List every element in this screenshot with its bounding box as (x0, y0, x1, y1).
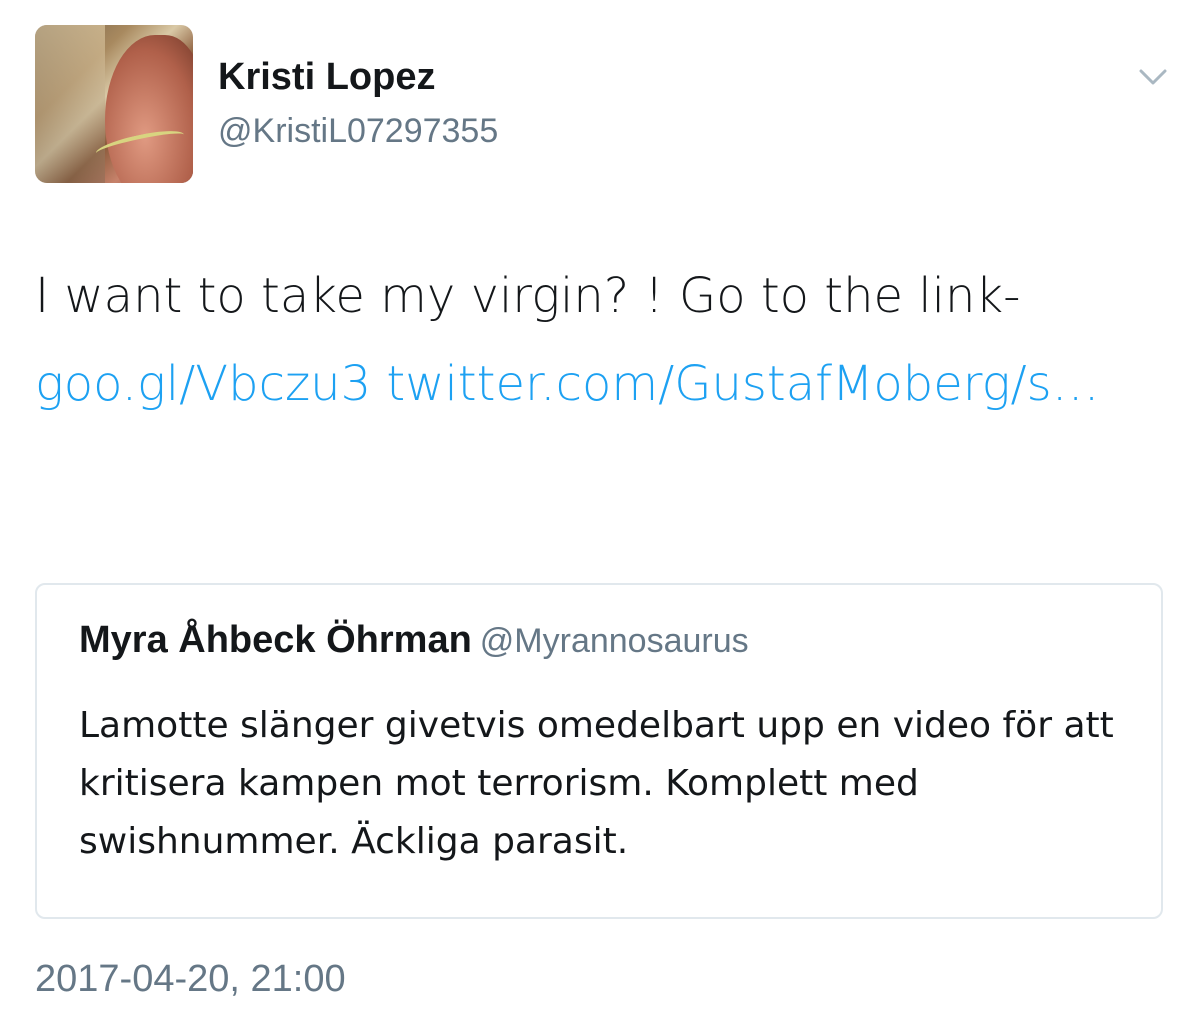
author-avatar[interactable] (35, 25, 193, 183)
quoted-tweet-author-name: Myra Åhbeck Öhrman (79, 619, 472, 661)
quoted-tweet-author-handle: @Myrannosaurus (479, 622, 749, 660)
author-handle[interactable]: @KristiL07297355 (218, 112, 498, 151)
author-name[interactable]: Kristi Lopez (218, 56, 435, 99)
chevron-down-icon[interactable] (1138, 66, 1168, 88)
quoted-tweet-header: Myra Åhbeck Öhrman @Myrannosaurus (79, 619, 749, 662)
quoted-tweet-card[interactable]: Myra Åhbeck Öhrman @Myrannosaurus Lamotte… (35, 583, 1163, 919)
tweet-text-body: I want to take my virgin? ! Go to the li… (35, 268, 1021, 324)
tweet-link-short[interactable]: goo.gl/Vbczu3 (35, 356, 371, 412)
tweet-timestamp: 2017-04-20, 21:00 (35, 958, 346, 1000)
tweet-link-quoted[interactable]: twitter.com/GustafMoberg/s… (386, 356, 1099, 412)
tweet-text: I want to take my virgin? ! Go to the li… (35, 252, 1175, 428)
quoted-tweet-text: Lamotte slänger givetvis omedelbart upp … (79, 705, 1114, 862)
